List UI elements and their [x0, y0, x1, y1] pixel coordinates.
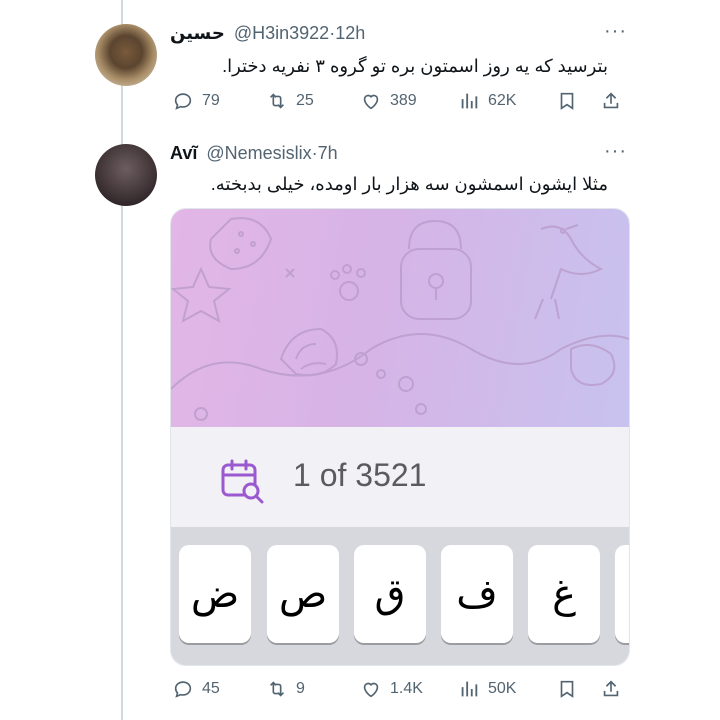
bookmark-button[interactable] [556, 90, 578, 112]
tweet-text: بترسید که یه روز اسمتون بره تو گروه ۳ نف… [222, 56, 608, 76]
keyboard-key-partial[interactable] [615, 545, 629, 643]
like-icon [363, 94, 379, 110]
repost-count: 25 [296, 92, 314, 109]
like-icon [363, 682, 379, 698]
like-count: 1.4K [390, 680, 423, 697]
keyboard-key[interactable]: ف [441, 545, 513, 643]
share-icon [603, 680, 619, 697]
keyboard-key[interactable]: ص [267, 545, 339, 643]
repost-button[interactable]: 9 [266, 678, 305, 700]
reply-button[interactable]: 79 [172, 90, 220, 112]
chat-wallpaper [171, 209, 629, 427]
persian-keyboard: ض ص ق ف غ [171, 527, 629, 665]
views-count: 50K [488, 680, 517, 697]
bookmark-icon [560, 680, 574, 698]
tweet-header: حسين @H3in3922·12h [170, 23, 366, 43]
views-icon [461, 93, 478, 109]
tweet-media-image[interactable]: ض ص ق ف غ 1 of 3521 [170, 208, 630, 666]
share-button[interactable] [600, 90, 622, 112]
search-result-counter: 1 of 3521 [293, 457, 427, 493]
more-options-button[interactable]: ··· [604, 140, 627, 163]
timestamp[interactable]: 12h [335, 23, 365, 43]
doodle-pattern [171, 217, 629, 421]
views-count: 62K [488, 92, 517, 109]
more-options-button[interactable]: ··· [604, 20, 627, 43]
like-button[interactable]: 389 [360, 90, 417, 112]
views-icon [461, 681, 478, 697]
avatar[interactable] [95, 24, 157, 86]
display-name[interactable]: Avĩ [170, 143, 197, 163]
keyboard-key[interactable]: غ [528, 545, 600, 643]
reply-icon [174, 93, 192, 110]
user-handle[interactable]: @H3in3922 [234, 23, 329, 43]
keyboard-key[interactable]: ق [354, 545, 426, 643]
keyboard-key[interactable]: ض [179, 545, 251, 643]
repost-button[interactable]: 25 [266, 90, 314, 112]
reply-icon [174, 681, 192, 698]
repost-icon [269, 681, 285, 697]
bookmark-button[interactable] [556, 678, 578, 700]
bookmark-icon [560, 92, 574, 110]
like-button[interactable]: 1.4K [360, 678, 423, 700]
avatar[interactable] [95, 144, 157, 206]
share-icon [603, 92, 619, 109]
reply-count: 45 [202, 680, 220, 697]
tweet-text: مثلا ایشون اسمشون سه هزار بار اومده، خیل… [210, 174, 608, 194]
share-button[interactable] [600, 678, 622, 700]
reply-button[interactable]: 45 [172, 678, 220, 700]
reply-count: 79 [202, 92, 220, 109]
like-count: 389 [390, 92, 417, 109]
views-button[interactable]: 50K [458, 678, 516, 700]
thread-line [121, 0, 123, 720]
timestamp[interactable]: 7h [318, 143, 338, 163]
repost-count: 9 [296, 680, 305, 697]
display-name[interactable]: حسين [170, 23, 225, 43]
user-handle[interactable]: @Nemesislix [206, 143, 311, 163]
repost-icon [269, 93, 285, 109]
tweet-header: Avĩ @Nemesislix·7h [170, 143, 338, 163]
views-button[interactable]: 62K [458, 90, 516, 112]
calendar-search-icon[interactable] [219, 457, 267, 505]
